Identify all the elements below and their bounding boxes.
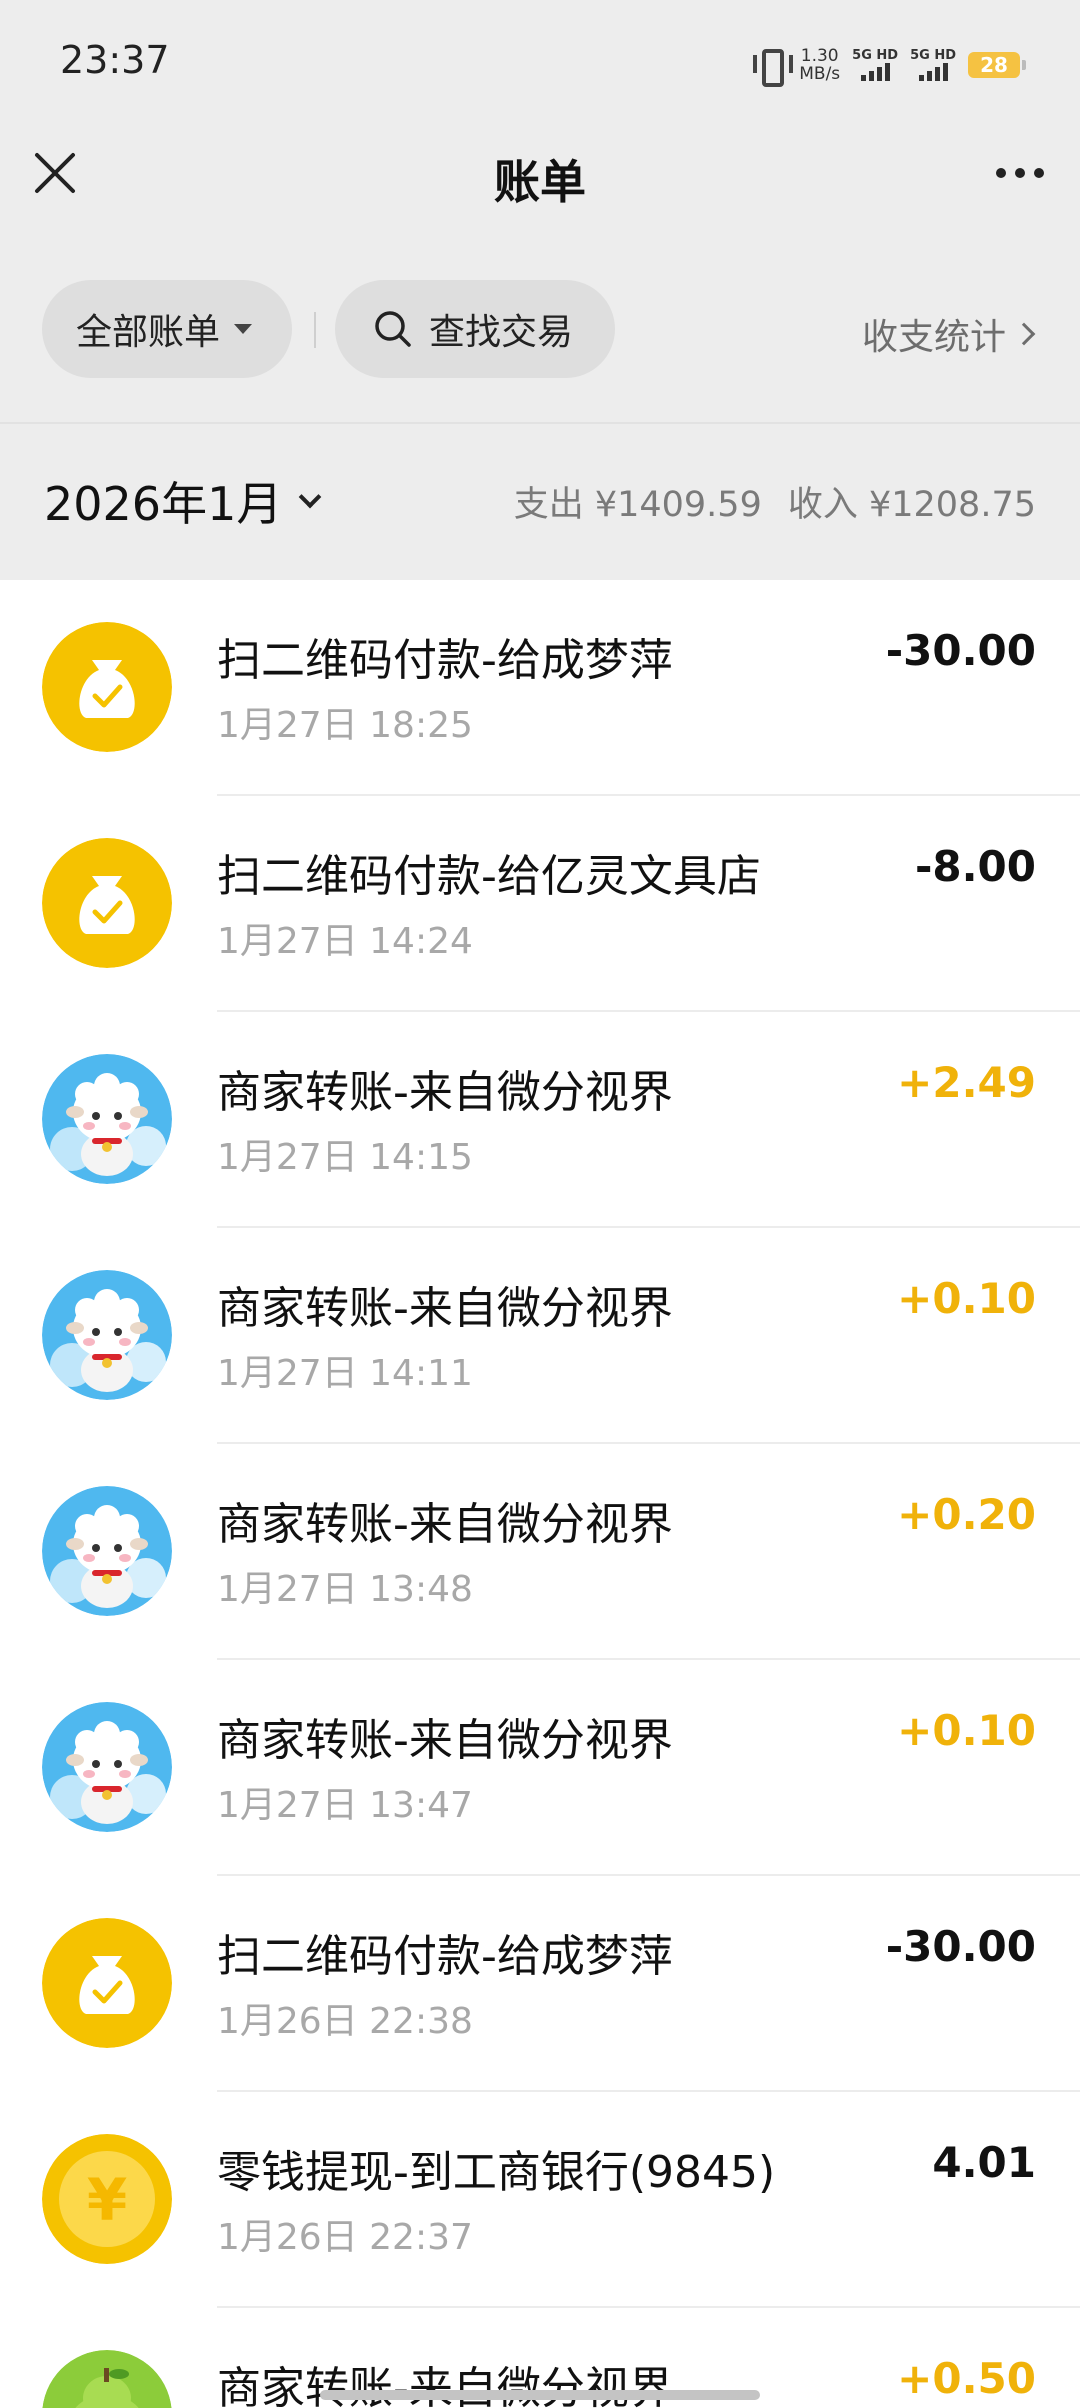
transaction-time: 1月27日 14:11	[217, 1353, 473, 1394]
wallet-bag-icon	[42, 622, 172, 752]
income-total: 收入 ¥1208.75	[787, 485, 1036, 525]
month-totals: 支出 ¥1409.59 收入 ¥1208.75	[514, 476, 1036, 527]
month-summary: 2026年1月 支出 ¥1409.59 收入 ¥1208.75	[0, 424, 1080, 580]
transaction-amount: +0.50	[897, 2354, 1036, 2403]
search-icon	[375, 311, 411, 347]
sheep-avatar	[42, 1486, 172, 1616]
all-bills-label: 全部账单	[76, 312, 221, 353]
sheep-avatar	[42, 1702, 172, 1832]
home-indicator[interactable]	[320, 2390, 760, 2400]
month-picker[interactable]: 2026年1月	[44, 468, 322, 534]
transaction-title: 扫二维码付款-给亿灵文具店	[217, 851, 761, 902]
vibrate-icon	[751, 47, 794, 87]
chevron-down-icon	[299, 485, 322, 509]
transaction-title: 商家转账-来自微分视界	[217, 1067, 673, 1118]
transaction-time: 1月27日 14:24	[217, 921, 473, 962]
transaction-row[interactable]: 扫二维码付款-给亿灵文具店 1月27日 14:24 -8.00	[0, 796, 1080, 1012]
chevron-right-icon	[1012, 322, 1036, 346]
transaction-amount: +2.49	[897, 1058, 1036, 1107]
yuan-coin-icon: ¥	[42, 2134, 172, 2264]
transaction-row[interactable]: 商家转账-来自微分视界 1月27日 13:47 +0.10	[0, 1660, 1080, 1876]
transaction-title: 扫二维码付款-给成梦萍	[217, 635, 673, 686]
more-button[interactable]	[988, 146, 1052, 200]
transaction-time: 1月27日 14:15	[217, 1137, 473, 1178]
stats-label: 收支统计	[861, 317, 1006, 358]
signal-sim1-icon: 5G HD	[852, 49, 898, 81]
transaction-list: 扫二维码付款-给成梦萍 1月27日 18:25 -30.00 扫二维码付款-给亿灵文具…	[0, 580, 1080, 2408]
status-icons: 1.30 MB/s 5G HD 5G HD 28	[751, 40, 1026, 90]
search-transactions-button[interactable]: 查找交易	[335, 280, 615, 378]
transaction-row[interactable]: 商家转账-来自微分视界 1月27日 14:15 +2.49	[0, 1012, 1080, 1228]
transaction-row[interactable]: 扫二维码付款-给成梦萍 1月27日 18:25 -30.00	[0, 580, 1080, 796]
expense-total: 支出 ¥1409.59	[513, 485, 762, 525]
stats-link[interactable]: 收支统计	[861, 308, 1036, 360]
caret-down-icon	[234, 324, 253, 334]
battery-icon: 28	[968, 52, 1026, 78]
net-speed: 1.30 MB/s	[799, 46, 841, 84]
transaction-amount: -8.00	[914, 842, 1036, 891]
month-label: 2026年1月	[44, 477, 283, 531]
transaction-amount: +0.10	[897, 1274, 1036, 1323]
sheep-avatar	[42, 1054, 172, 1184]
transaction-row[interactable]: 商家转账-来自微分视界 1月27日 13:48 +0.20	[0, 1444, 1080, 1660]
transaction-amount: +0.20	[897, 1490, 1036, 1539]
transaction-title: 扫二维码付款-给成梦萍	[217, 1931, 673, 1982]
signal-sim2-icon: 5G HD	[910, 49, 956, 81]
transaction-row[interactable]: ¥ 零钱提现-到工商银行(9845) 1月26日 22:37 4.01	[0, 2092, 1080, 2308]
wallet-bag-icon	[42, 838, 172, 968]
transaction-amount: -30.00	[885, 626, 1036, 675]
status-time: 23:37	[60, 38, 170, 82]
transaction-title: 商家转账-来自微分视界	[217, 1499, 673, 1550]
transaction-row[interactable]: 商家转账-来自微分视界 1月27日 14:11 +0.10	[0, 1228, 1080, 1444]
transaction-time: 1月26日 22:37	[217, 2217, 473, 2258]
more-icon	[996, 168, 1006, 178]
status-bar: 23:37 1.30 MB/s 5G HD 5G HD 28	[0, 0, 1080, 128]
transaction-amount: -30.00	[885, 1922, 1036, 1971]
transaction-time: 1月26日 22:38	[217, 2001, 473, 2042]
svg-text:¥: ¥	[87, 2166, 127, 2234]
filter-bar: 全部账单 查找交易 收支统计	[0, 280, 1080, 380]
search-label: 查找交易	[429, 312, 574, 353]
sheep-avatar	[42, 1270, 172, 1400]
transaction-time: 1月27日 13:48	[217, 1569, 473, 1610]
transaction-title: 商家转账-来自微分视界	[217, 1715, 673, 1766]
page-title: 账单	[494, 155, 586, 209]
transaction-time: 1月27日 13:47	[217, 1785, 473, 1826]
transaction-title: 零钱提现-到工商银行(9845)	[217, 2147, 776, 2198]
transaction-row[interactable]: 扫二维码付款-给成梦萍 1月26日 22:38 -30.00	[0, 1876, 1080, 2092]
all-bills-dropdown[interactable]: 全部账单	[42, 280, 292, 378]
transaction-title: 商家转账-来自微分视界	[217, 1283, 673, 1334]
nav-bar: 账单	[0, 128, 1080, 218]
transaction-time: 1月27日 18:25	[217, 705, 473, 746]
transaction-amount: +0.10	[897, 1706, 1036, 1755]
pear-avatar	[42, 2350, 172, 2408]
divider	[314, 312, 316, 348]
transaction-amount: 4.01	[932, 2138, 1036, 2187]
wallet-bag-icon	[42, 1918, 172, 2048]
